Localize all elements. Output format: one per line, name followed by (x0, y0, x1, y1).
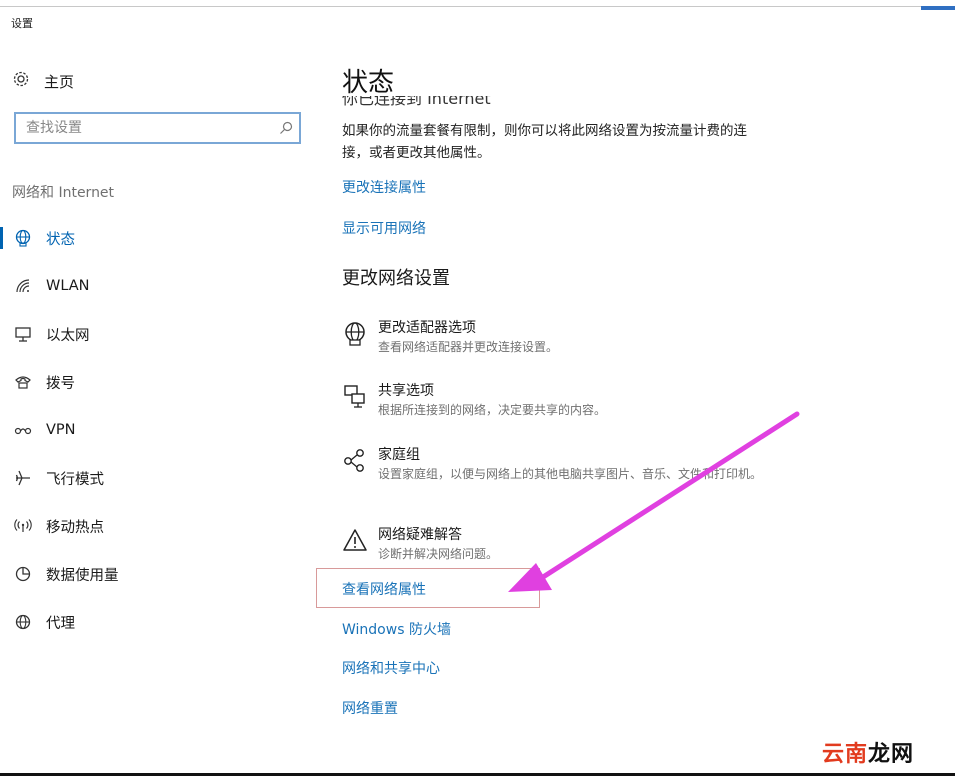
sidebar-home[interactable]: 主页 (12, 70, 74, 92)
sidebar-item-label: 以太网 (46, 327, 90, 344)
sidebar-item-vpn[interactable]: VPN (0, 406, 320, 454)
sidebar-item-label: 代理 (46, 615, 75, 632)
option-title: 网络疑难解答 (378, 527, 462, 543)
homegroup-option[interactable]: 家庭组 设置家庭组，以便与网络上的其他电脑共享图片、音乐、文件和打印机。 (342, 446, 782, 484)
sidebar-item-data-usage[interactable]: 数据使用量 (0, 550, 320, 598)
sidebar-item-ethernet[interactable]: 以太网 (0, 310, 320, 358)
option-title: 家庭组 (378, 447, 420, 463)
sidebar-item-label: WLAN (46, 278, 90, 294)
sidebar-nav: 状态 WLAN 以太网 拨号 VPN 飞行模式 移动热点 数据使用量 代理 (0, 214, 320, 646)
troubleshoot-option[interactable]: 网络疑难解答 诊断并解决网络问题。 (342, 526, 782, 564)
network-reset-link[interactable]: 网络重置 (342, 698, 398, 718)
sidebar-item-status[interactable]: 状态 (0, 214, 320, 262)
hotspot-icon (13, 516, 33, 536)
watermark-part1: 云南 (822, 742, 869, 767)
network-sharing-center-link[interactable]: 网络和共享中心 (342, 658, 440, 678)
sidebar-item-label: 飞行模式 (46, 471, 104, 488)
sidebar-item-proxy[interactable]: 代理 (0, 598, 320, 646)
bottom-border (0, 773, 955, 776)
view-network-properties-link[interactable]: 查看网络属性 (342, 579, 426, 599)
sidebar-item-label: 数据使用量 (46, 567, 119, 584)
dialup-icon (13, 372, 33, 392)
sidebar-item-wlan[interactable]: WLAN (0, 262, 320, 310)
option-title: 共享选项 (378, 383, 434, 399)
warning-icon (342, 526, 368, 556)
show-available-networks-link[interactable]: 显示可用网络 (342, 218, 426, 238)
change-connection-properties-link[interactable]: 更改连接属性 (342, 177, 426, 197)
adapter-icon (342, 319, 368, 349)
sidebar-item-label: 拨号 (46, 375, 75, 392)
sharing-options[interactable]: 共享选项 根据所连接到的网络，决定要共享的内容。 (342, 382, 782, 420)
main-content: 状态 你已连接到 Internet 如果你的流量套餐有限制，则你可以将此网络设置… (316, 0, 942, 760)
wifi-icon (13, 276, 33, 296)
sidebar-section-label: 网络和 Internet (12, 185, 115, 201)
watermark-logo: 云南龙网 (822, 736, 914, 768)
search-icon[interactable] (273, 115, 299, 141)
change-network-settings-heading: 更改网络设置 (342, 268, 450, 289)
windows-firewall-link[interactable]: Windows 防火墙 (342, 619, 451, 639)
metered-description: 如果你的流量套餐有限制，则你可以将此网络设置为按流量计费的连接，或者更改其他属性… (342, 123, 747, 161)
sharing-icon (342, 382, 368, 412)
airplane-icon (13, 468, 33, 488)
ethernet-icon (13, 324, 33, 344)
sidebar-item-label: VPN (46, 422, 76, 438)
sidebar-item-airplane[interactable]: 飞行模式 (0, 454, 320, 502)
sidebar-item-dialup[interactable]: 拨号 (0, 358, 320, 406)
sidebar-item-label: 移动热点 (46, 519, 104, 536)
option-subtitle: 根据所连接到的网络，决定要共享的内容。 (378, 403, 607, 417)
option-subtitle: 设置家庭组，以便与网络上的其他电脑共享图片、音乐、文件和打印机。 (378, 467, 763, 481)
homegroup-icon (342, 446, 368, 476)
gear-icon (12, 70, 30, 92)
search-input[interactable] (16, 114, 273, 142)
sidebar-item-label: 状态 (46, 231, 75, 248)
watermark-part2: 龙网 (868, 742, 915, 767)
sidebar-item-hotspot[interactable]: 移动热点 (0, 502, 320, 550)
option-title: 更改适配器选项 (378, 320, 476, 336)
option-subtitle: 诊断并解决网络问题。 (378, 547, 499, 561)
sidebar: 主页 网络和 Internet 状态 WLAN 以太网 (0, 0, 320, 760)
vpn-icon (13, 420, 33, 440)
home-label: 主页 (44, 72, 75, 91)
search-box (14, 112, 301, 144)
data-usage-icon (13, 564, 33, 584)
page-title: 状态 (342, 68, 395, 98)
globe-icon (13, 228, 33, 248)
connection-status-text: 你已连接到 Internet (342, 96, 491, 108)
adapter-options[interactable]: 更改适配器选项 查看网络适配器并更改连接设置。 (342, 319, 782, 357)
option-subtitle: 查看网络适配器并更改连接设置。 (378, 340, 559, 354)
proxy-globe-icon (13, 612, 33, 632)
